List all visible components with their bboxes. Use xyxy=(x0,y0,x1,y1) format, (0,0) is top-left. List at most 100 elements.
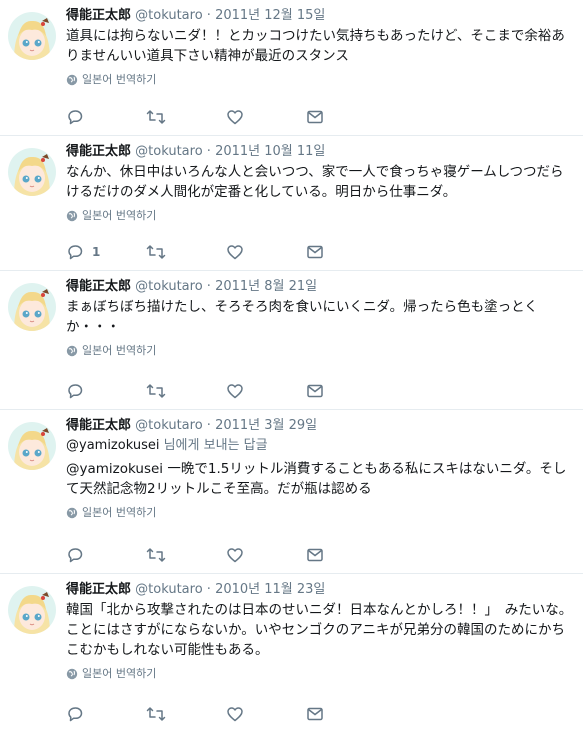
tweet-date[interactable]: 2011년 8월 21일 xyxy=(215,279,317,294)
message-button[interactable] xyxy=(306,108,386,126)
envelope-icon xyxy=(306,108,324,126)
reply-button[interactable] xyxy=(66,382,146,400)
display-name[interactable]: 得能正太郎 xyxy=(66,8,131,23)
reply-icon xyxy=(66,108,84,126)
tweet-date[interactable]: 2011년 10월 11일 xyxy=(215,144,325,159)
tweet-date[interactable]: 2011년 12월 15일 xyxy=(215,8,325,23)
like-button[interactable] xyxy=(226,546,306,564)
avatar[interactable] xyxy=(8,586,56,634)
action-bar xyxy=(66,705,386,723)
action-bar xyxy=(66,382,386,400)
tweet-text: 韓国「北から攻撃されたのは日本のせいニダ！日本なんとかしろ！！」 みたいな。こと… xyxy=(66,602,573,658)
user-handle[interactable]: @tokutaro xyxy=(135,418,203,433)
retweet-button[interactable] xyxy=(146,546,226,564)
tweet-text: 道具には拘らないニダ！！とカッコつけたい気持ちもあったけど、そこまで余裕ありませ… xyxy=(66,28,565,64)
retweet-button[interactable] xyxy=(146,243,226,261)
avatar[interactable] xyxy=(8,148,56,196)
retweet-button[interactable] xyxy=(146,705,226,723)
globe-icon xyxy=(66,345,78,357)
envelope-icon xyxy=(306,382,324,400)
reply-icon xyxy=(66,546,84,564)
message-button[interactable] xyxy=(306,705,386,723)
timeline: 得能正太郎 @tokutaro · 2011년 12월 15일 道具には拘らない… xyxy=(0,0,583,732)
translate-link[interactable]: 일본어 번역하기 xyxy=(66,505,573,521)
user-handle[interactable]: @tokutaro xyxy=(135,582,203,597)
tweet[interactable]: 得能正太郎 @tokutaro · 2011년 12월 15일 道具には拘らない… xyxy=(0,0,583,136)
retweet-icon xyxy=(146,705,166,723)
tweet-header: 得能正太郎 @tokutaro · 2011년 3월 29일 xyxy=(66,410,573,435)
translate-link[interactable]: 일본어 번역하기 xyxy=(66,72,573,88)
reply-context: @yamizokusei 님에게 보내는 답글 xyxy=(66,437,573,455)
reply-button[interactable] xyxy=(66,108,146,126)
message-button[interactable] xyxy=(306,382,386,400)
tweet-text: なんか、休日中はいろんな人と会いつつ、家で一人で食っちゃ寝ゲームしつつだらけるだ… xyxy=(66,164,564,200)
envelope-icon xyxy=(306,546,324,564)
separator-dot: · xyxy=(206,279,211,294)
tweet-header: 得能正太郎 @tokutaro · 2011년 10월 11일 xyxy=(66,136,573,161)
reply-icon xyxy=(66,705,84,723)
reply-to-user[interactable]: @yamizokusei xyxy=(66,438,159,453)
display-name[interactable]: 得能正太郎 xyxy=(66,582,131,597)
globe-icon xyxy=(66,668,78,680)
message-button[interactable] xyxy=(306,243,386,261)
user-handle[interactable]: @tokutaro xyxy=(135,144,203,159)
reply-button[interactable] xyxy=(66,705,146,723)
heart-icon xyxy=(226,546,244,564)
translate-link[interactable]: 일본어 번역하기 xyxy=(66,208,573,224)
avatar[interactable] xyxy=(8,422,56,470)
action-bar: 1 xyxy=(66,243,386,261)
translate-label: 일본어 번역하기 xyxy=(82,73,157,86)
envelope-icon xyxy=(306,243,324,261)
display-name[interactable]: 得能正太郎 xyxy=(66,279,131,294)
tweet-header: 得能正太郎 @tokutaro · 2011년 8월 21일 xyxy=(66,271,573,296)
envelope-icon xyxy=(306,705,324,723)
tweet-header: 得能正太郎 @tokutaro · 2011년 12월 15일 xyxy=(66,0,573,25)
tweet-date[interactable]: 2011년 3월 29일 xyxy=(215,418,317,433)
display-name[interactable]: 得能正太郎 xyxy=(66,418,131,433)
tweet[interactable]: 得能正太郎 @tokutaro · 2011년 10월 11일 なんか、休日中は… xyxy=(0,136,583,271)
retweet-icon xyxy=(146,243,166,261)
separator-dot: · xyxy=(206,582,211,597)
reply-button[interactable]: 1 xyxy=(66,243,146,261)
like-button[interactable] xyxy=(226,108,306,126)
reply-icon xyxy=(66,382,84,400)
retweet-icon xyxy=(146,546,166,564)
reply-count: 1 xyxy=(92,245,101,259)
reply-icon xyxy=(66,243,84,261)
heart-icon xyxy=(226,243,244,261)
translate-label: 일본어 번역하기 xyxy=(82,209,157,222)
heart-icon xyxy=(226,705,244,723)
reply-button[interactable] xyxy=(66,546,146,564)
tweet[interactable]: 得能正太郎 @tokutaro · 2010년 11월 23일 韓国「北から攻撃… xyxy=(0,574,583,732)
tweet-date[interactable]: 2010년 11월 23일 xyxy=(215,582,325,597)
display-name[interactable]: 得能正太郎 xyxy=(66,144,131,159)
tweet[interactable]: 得能正太郎 @tokutaro · 2011년 3월 29일 @yamizoku… xyxy=(0,410,583,574)
avatar[interactable] xyxy=(8,12,56,60)
separator-dot: · xyxy=(206,144,211,159)
tweet-text: @yamizokusei 一晩で1.5リットル消費することもある私にスキはないニ… xyxy=(66,461,567,497)
like-button[interactable] xyxy=(226,705,306,723)
action-bar xyxy=(66,108,386,126)
like-button[interactable] xyxy=(226,382,306,400)
heart-icon xyxy=(226,382,244,400)
separator-dot: · xyxy=(206,418,211,433)
translate-label: 일본어 번역하기 xyxy=(82,344,157,357)
like-button[interactable] xyxy=(226,243,306,261)
retweet-button[interactable] xyxy=(146,108,226,126)
message-button[interactable] xyxy=(306,546,386,564)
translate-link[interactable]: 일본어 번역하기 xyxy=(66,666,573,682)
translate-link[interactable]: 일본어 번역하기 xyxy=(66,343,573,359)
action-bar xyxy=(66,546,386,564)
avatar[interactable] xyxy=(8,283,56,331)
translate-label: 일본어 번역하기 xyxy=(82,506,157,519)
separator-dot: · xyxy=(206,8,211,23)
globe-icon xyxy=(66,210,78,222)
translate-label: 일본어 번역하기 xyxy=(82,667,157,680)
user-handle[interactable]: @tokutaro xyxy=(135,8,203,23)
globe-icon xyxy=(66,507,78,519)
heart-icon xyxy=(226,108,244,126)
user-handle[interactable]: @tokutaro xyxy=(135,279,203,294)
tweet[interactable]: 得能正太郎 @tokutaro · 2011년 8월 21일 まぁぼちぼち描けた… xyxy=(0,271,583,410)
tweet-text: まぁぼちぼち描けたし、そろそろ肉を食いにいくニダ。帰ったら色も塗っとくか・・・ xyxy=(66,299,538,335)
retweet-button[interactable] xyxy=(146,382,226,400)
